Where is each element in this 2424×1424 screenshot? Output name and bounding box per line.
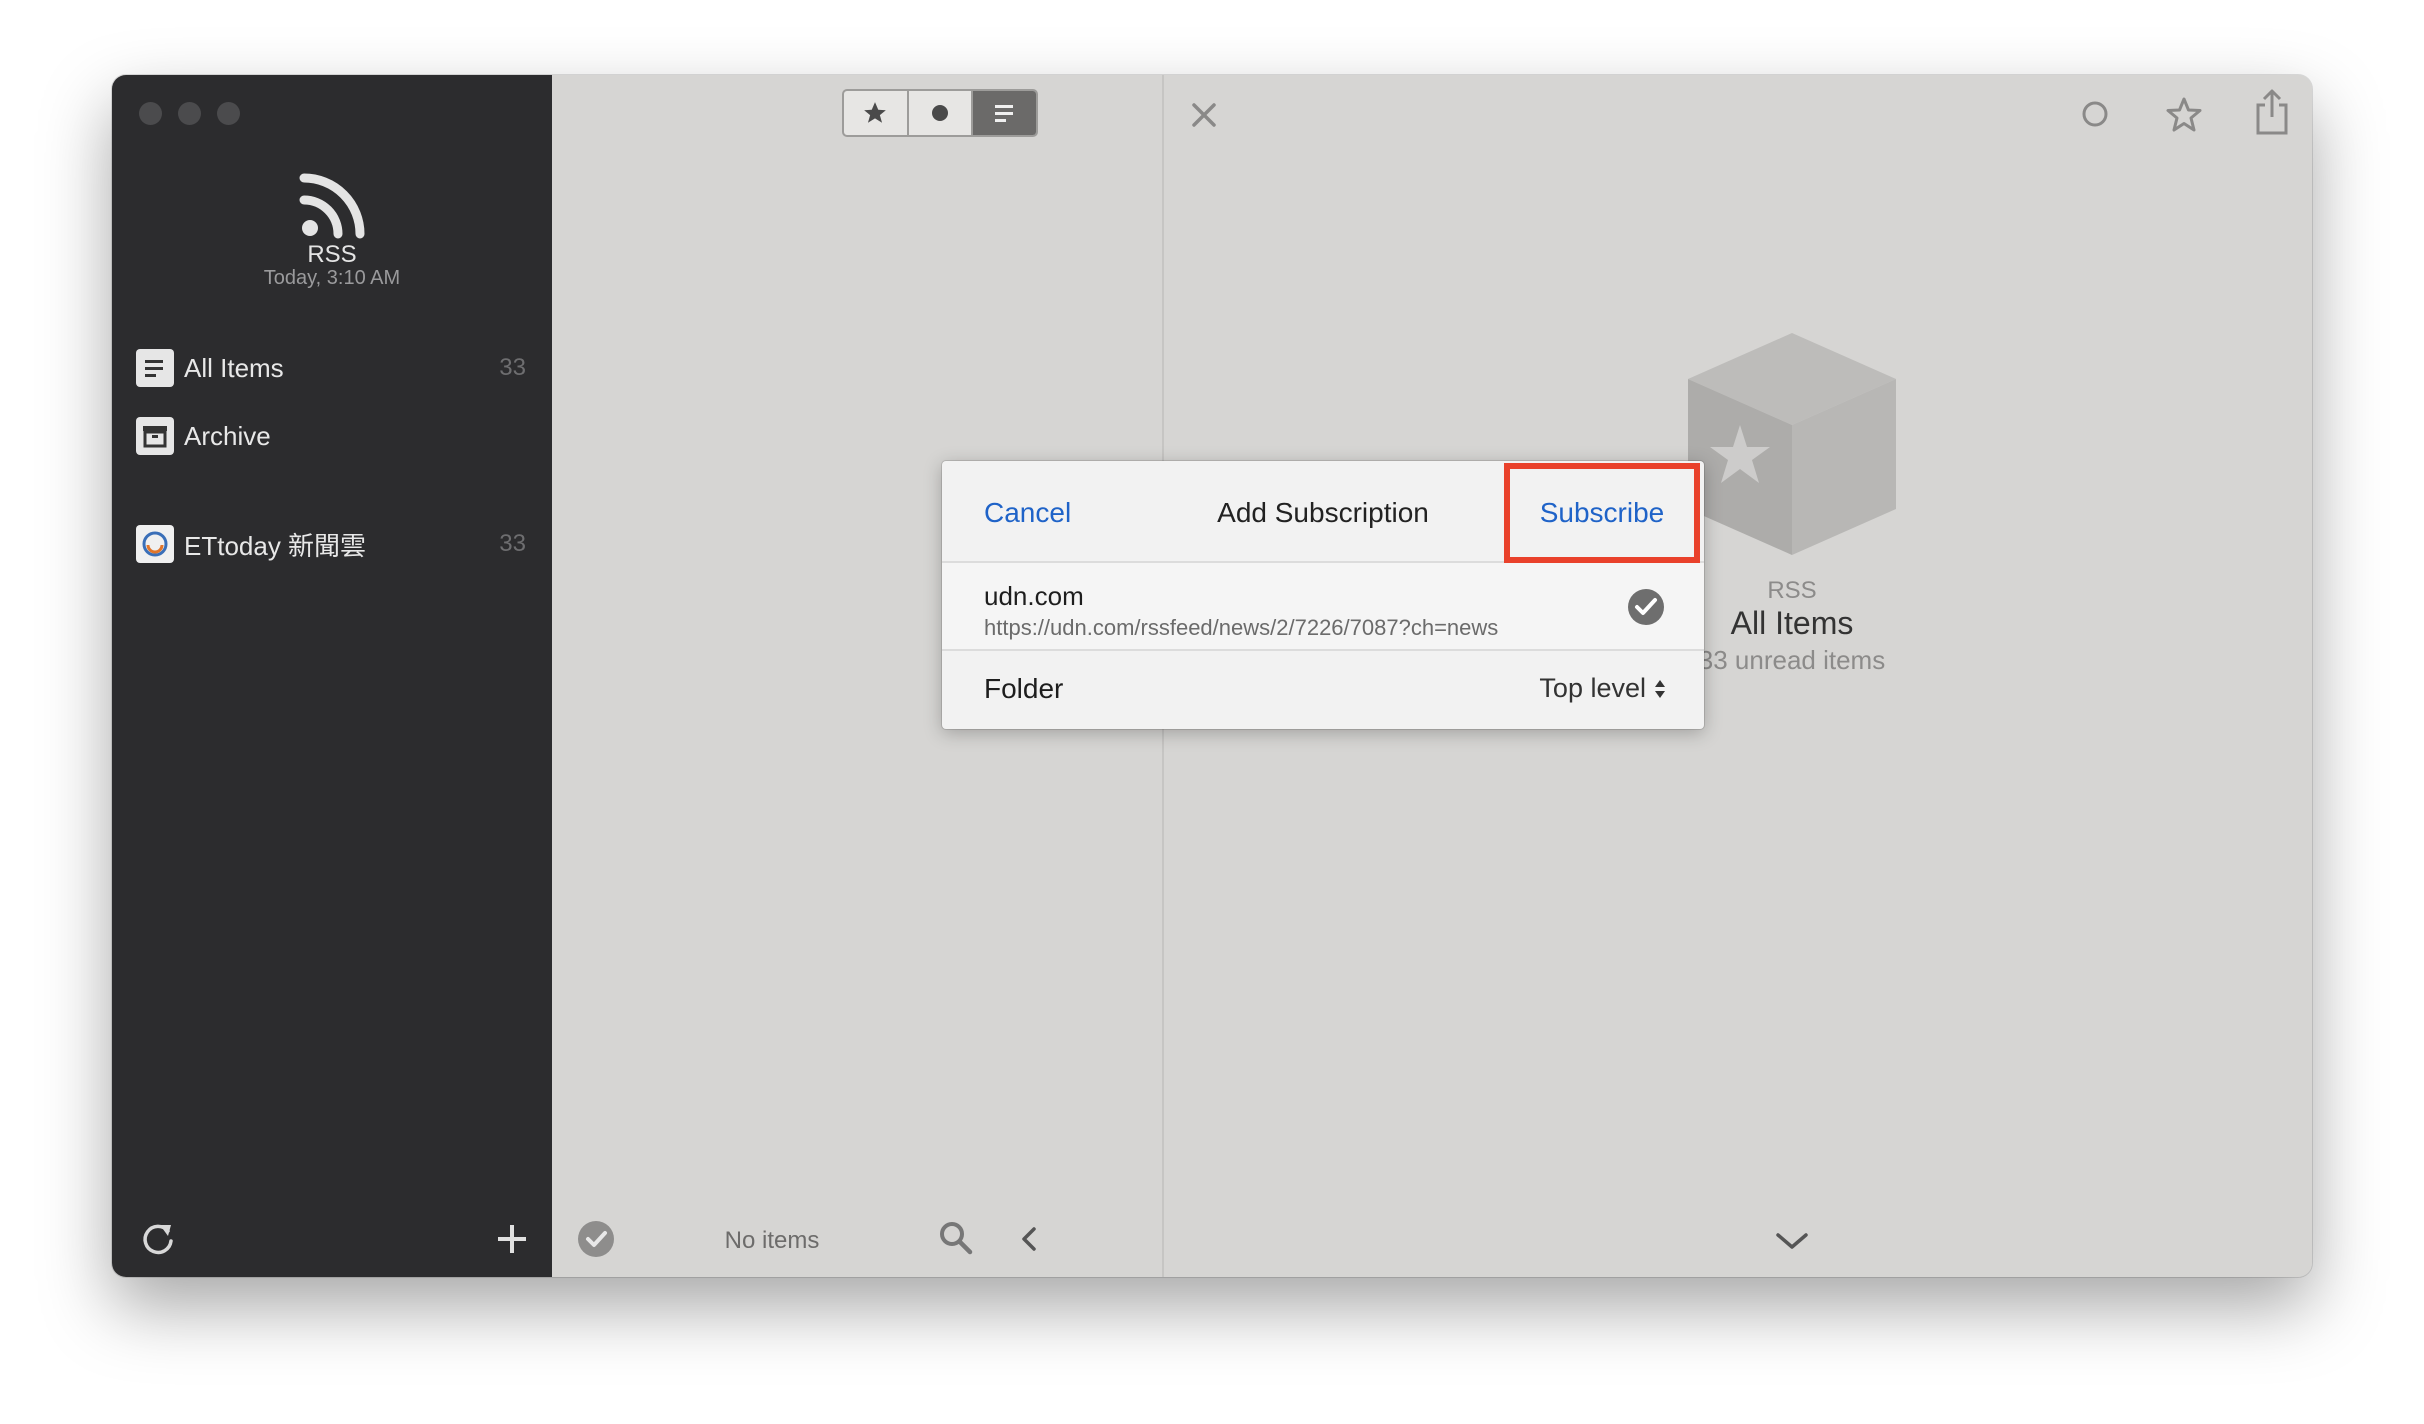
account-title: RSS — [307, 241, 357, 268]
archive-icon — [136, 417, 174, 455]
filter-unread-button[interactable] — [909, 91, 974, 135]
chevron-left-icon[interactable] — [1012, 1221, 1048, 1257]
list-status-label: No items — [724, 1227, 820, 1254]
filter-segmented-control — [842, 89, 1038, 137]
share-icon[interactable] — [2252, 87, 2292, 137]
feed-url: https://udn.com/rssfeed/news/2/7226/7087… — [984, 615, 1499, 640]
unread-count: 33 — [499, 530, 526, 557]
filter-starred-button[interactable] — [844, 91, 909, 135]
close-window-button[interactable] — [139, 102, 162, 125]
filter-all-button[interactable] — [973, 91, 1036, 135]
star-outline-icon[interactable] — [2164, 95, 2204, 135]
sidebar: RSS Today, 3:10 AM All Items 33 Archive … — [112, 75, 552, 1277]
app-window: RSS Today, 3:10 AM All Items 33 Archive … — [112, 75, 2312, 1277]
all-items-icon — [136, 349, 174, 387]
sidebar-item-all-items[interactable]: All Items 33 — [136, 343, 532, 393]
feed-favicon-icon — [136, 525, 174, 563]
add-icon[interactable] — [492, 1219, 532, 1259]
sidebar-item-ettoday[interactable]: ETtoday 新聞雲 33 — [136, 519, 532, 569]
zoom-window-button[interactable] — [217, 102, 240, 125]
updown-arrows-icon — [1655, 679, 1665, 698]
feed-domain: udn.com — [984, 581, 1084, 611]
sidebar-item-label: Archive — [184, 420, 271, 451]
dialog-header: Cancel Add Subscription Subscribe — [942, 461, 1704, 563]
chevron-down-icon[interactable] — [1772, 1221, 1812, 1261]
rss-icon — [299, 173, 365, 239]
subscribe-highlight: Subscribe — [1504, 463, 1700, 563]
folder-label: Folder — [984, 673, 1064, 704]
minimize-window-button[interactable] — [178, 102, 201, 125]
mark-unread-icon[interactable] — [2078, 97, 2112, 131]
checkmark-circle-icon — [1628, 589, 1664, 625]
search-icon[interactable] — [937, 1219, 975, 1257]
sidebar-item-label: All Items — [184, 352, 284, 383]
close-icon[interactable] — [1186, 97, 1222, 133]
sidebar-item-archive[interactable]: Archive — [136, 411, 532, 461]
unread-count: 33 — [499, 354, 526, 381]
feed-option-row[interactable]: udn.com https://udn.com/rssfeed/news/2/7… — [942, 563, 1704, 651]
dot-icon — [932, 105, 948, 121]
window-controls — [139, 102, 240, 125]
folder-select[interactable]: Top level — [1539, 673, 1666, 704]
sidebar-item-label: ETtoday 新聞雲 — [184, 530, 367, 561]
folder-row: Folder Top level — [942, 651, 1704, 729]
folder-select-value: Top level — [1539, 673, 1646, 703]
last-refresh-time: Today, 3:10 AM — [263, 267, 401, 289]
refresh-icon[interactable] — [138, 1219, 178, 1259]
list-icon — [994, 105, 1013, 122]
subscribe-button[interactable]: Subscribe — [1540, 497, 1665, 529]
list-footer: No items — [552, 1207, 1162, 1277]
add-subscription-dialog: Cancel Add Subscription Subscribe udn.co… — [942, 461, 1704, 729]
empty-state-box-icon — [1688, 333, 1896, 555]
star-icon — [864, 102, 887, 123]
